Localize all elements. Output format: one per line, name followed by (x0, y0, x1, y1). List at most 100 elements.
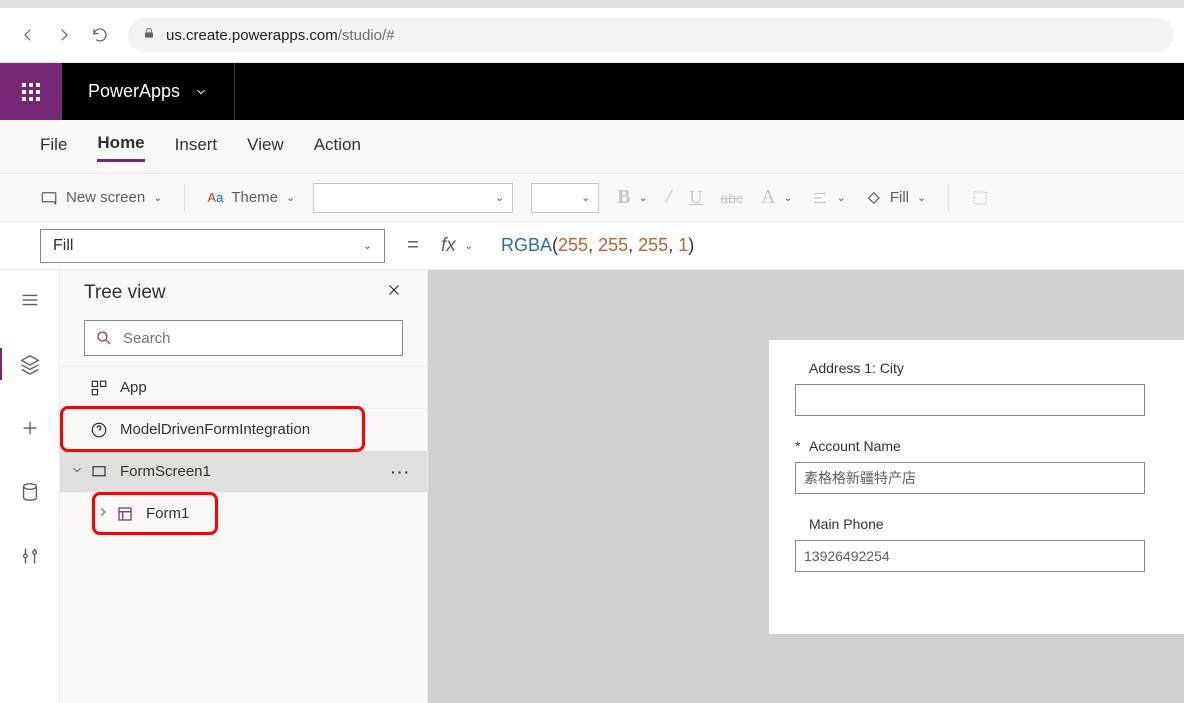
menu-bar: File Home Insert View Action (0, 120, 1184, 174)
close-icon (385, 281, 403, 299)
app-launcher-button[interactable] (0, 63, 62, 120)
search-input[interactable] (123, 330, 392, 347)
left-rail (0, 270, 60, 703)
browser-forward-button[interactable] (46, 17, 82, 53)
form-field-address1city: Address 1: City (795, 360, 1158, 416)
property-selector[interactable]: Fill ⌄ (40, 229, 385, 263)
ribbon-toolbar: New screen ⌄ Aa Theme ⌄ ⌄ ⌄ B ⌄ / U abc … (0, 174, 1184, 222)
screen-icon (40, 189, 58, 207)
fill-button[interactable]: Fill ⌄ (864, 189, 926, 207)
chevron-right-icon (96, 505, 110, 519)
bold-button[interactable]: B ⌄ (617, 186, 648, 209)
waffle-icon (22, 83, 40, 101)
form-preview: Address 1: City * Account Name 素格格新疆特产店 (769, 340, 1184, 634)
field-input-address1city[interactable] (795, 384, 1145, 416)
theme-button[interactable]: Aa Theme ⌄ (207, 189, 295, 206)
field-label: Main Phone (809, 516, 884, 532)
chevron-down-icon: ⌄ (837, 191, 846, 204)
layers-icon (19, 353, 41, 375)
browser-back-button[interactable] (10, 17, 46, 53)
rail-hamburger[interactable] (10, 284, 50, 316)
fill-label: Fill (890, 189, 909, 206)
menu-item-file[interactable]: File (40, 133, 67, 161)
plus-icon (19, 417, 41, 439)
underline-button[interactable]: U (689, 187, 702, 208)
new-screen-label: New screen (66, 189, 145, 206)
fx-button[interactable]: fx ⌄ (441, 235, 473, 257)
tools-icon (19, 545, 41, 567)
property-name: Fill (53, 237, 73, 255)
database-icon (19, 481, 41, 503)
rail-tree-view[interactable] (10, 348, 50, 380)
url-host: us.create.powerapps.com (166, 27, 338, 44)
paint-bucket-icon (864, 189, 882, 207)
search-icon (95, 329, 113, 347)
menu-item-insert[interactable]: Insert (175, 133, 218, 161)
strikethrough-button[interactable]: abc (720, 190, 743, 206)
tree-list: App ModelDrivenFormIntegration FormScree… (60, 366, 427, 703)
chevron-down-icon: ⌄ (153, 191, 162, 204)
equals-label: = (401, 234, 425, 257)
theme-icon: Aa (207, 190, 223, 205)
field-label: Account Name (809, 438, 901, 454)
form-icon (116, 505, 134, 523)
tree-item-form1[interactable]: Form1 (60, 492, 427, 534)
design-canvas[interactable]: Address 1: City * Account Name 素格格新疆特产店 (428, 270, 1184, 703)
field-input-mainphone[interactable]: 13926492254 (795, 540, 1145, 572)
chevron-down-icon: ⌄ (363, 239, 372, 252)
italic-button[interactable]: / (666, 186, 672, 209)
tree-view-panel: Tree view App ModelDrivenFormIntegration (60, 270, 428, 703)
field-label: Address 1: City (809, 360, 904, 376)
rail-data[interactable] (10, 476, 50, 508)
browser-tab-strip (0, 0, 1184, 8)
rail-advanced-tools[interactable] (10, 540, 50, 572)
font-color-button[interactable]: A ⌄ (761, 186, 793, 209)
font-family-dropdown[interactable]: ⌄ (313, 183, 513, 213)
screen-icon (90, 463, 108, 481)
border-button[interactable] (971, 189, 989, 207)
browser-address-bar[interactable]: us.create.powerapps.com/studio/# (128, 18, 1174, 52)
app-title-dropdown[interactable]: PowerApps (62, 63, 235, 120)
font-color-icon: A (761, 186, 775, 209)
chevron-down-icon (194, 85, 208, 99)
separator (184, 184, 185, 211)
lock-icon (142, 26, 156, 44)
expand-toggle[interactable] (96, 505, 110, 522)
align-button[interactable]: ⌄ (811, 189, 846, 207)
expand-toggle[interactable] (70, 463, 84, 480)
close-panel-button[interactable] (385, 281, 403, 305)
font-size-dropdown[interactable]: ⌄ (531, 183, 599, 213)
menu-item-view[interactable]: View (247, 133, 284, 161)
tree-item-app[interactable]: App (60, 366, 427, 408)
browser-toolbar: us.create.powerapps.com/studio/# (0, 8, 1184, 63)
menu-item-home[interactable]: Home (97, 131, 144, 162)
tree-item-modeldrivenformintegration[interactable]: ModelDrivenFormIntegration (60, 408, 427, 450)
tree-item-label: App (120, 379, 147, 396)
align-icon (811, 189, 829, 207)
tree-item-label: Form1 (146, 505, 189, 522)
fx-label: fx (441, 235, 456, 257)
formula-input[interactable]: RGBA(255, 255, 255, 1) (489, 229, 1144, 263)
form-field-accountname: * Account Name 素格格新疆特产店 (795, 438, 1158, 494)
question-circle-icon (90, 421, 108, 439)
formula-fn: RGBA (501, 235, 552, 256)
tree-item-formscreen1[interactable]: FormScreen1 ··· (60, 450, 427, 492)
field-value: 素格格新疆特产店 (804, 468, 916, 488)
chevron-down-icon: ⌄ (639, 191, 648, 204)
rail-insert[interactable] (10, 412, 50, 444)
hamburger-icon (19, 289, 41, 311)
new-screen-button[interactable]: New screen ⌄ (40, 189, 162, 207)
tree-item-label: FormScreen1 (120, 463, 211, 480)
chevron-down-icon: ⌄ (581, 191, 590, 204)
separator (948, 184, 949, 211)
url-path: /studio/# (338, 27, 395, 44)
tree-search-box[interactable] (84, 320, 403, 356)
app-title-bar: PowerApps (0, 63, 1184, 120)
browser-reload-button[interactable] (82, 17, 118, 53)
border-icon (971, 189, 989, 207)
menu-item-action[interactable]: Action (314, 133, 361, 161)
field-input-accountname[interactable]: 素格格新疆特产店 (795, 462, 1145, 494)
chevron-down-icon: ⌄ (286, 191, 295, 204)
field-value: 13926492254 (804, 548, 890, 564)
more-options-button[interactable]: ··· (391, 464, 411, 480)
